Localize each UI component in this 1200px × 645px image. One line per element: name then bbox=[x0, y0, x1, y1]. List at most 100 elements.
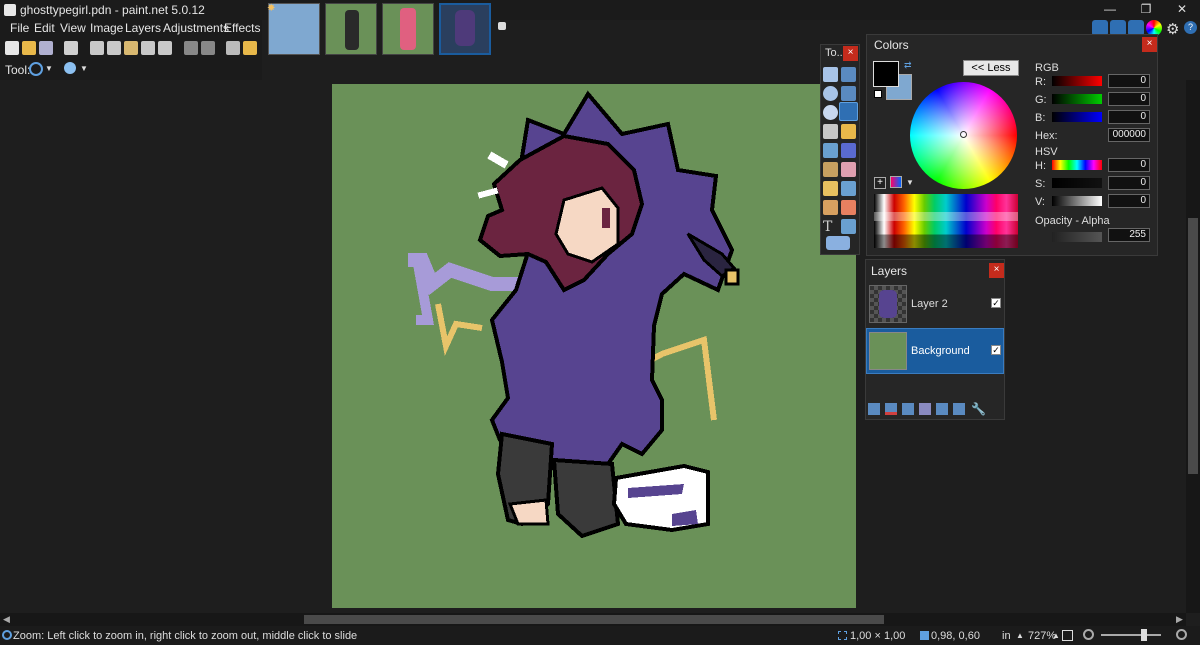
close-button[interactable]: ✕ bbox=[1164, 0, 1200, 20]
eraser-icon[interactable] bbox=[841, 162, 856, 177]
tabs-dropdown-icon[interactable] bbox=[498, 22, 506, 30]
undo-icon[interactable] bbox=[184, 41, 198, 55]
menu-layers[interactable]: Layers bbox=[125, 21, 161, 35]
menu-edit[interactable]: Edit bbox=[34, 21, 55, 35]
settings-gear-icon[interactable]: ⚙ bbox=[1166, 20, 1179, 38]
deselect-icon[interactable] bbox=[158, 41, 172, 55]
swap-colors-icon[interactable]: ⇄ bbox=[904, 60, 912, 71]
text-icon[interactable]: T bbox=[823, 219, 838, 235]
save-icon[interactable] bbox=[39, 41, 53, 55]
sampling-dropdown-icon[interactable]: ▼ bbox=[80, 64, 88, 73]
delete-layer-icon[interactable] bbox=[885, 403, 897, 415]
horizontal-scroll-thumb[interactable] bbox=[304, 615, 884, 624]
rect-select-icon[interactable] bbox=[823, 67, 838, 82]
line-curve-icon[interactable] bbox=[841, 219, 856, 234]
maximize-button[interactable]: ❐ bbox=[1128, 0, 1164, 20]
layers-window-close[interactable]: × bbox=[989, 263, 1004, 278]
colors-window-close[interactable]: × bbox=[1142, 37, 1157, 52]
zoom-tool-active-icon[interactable] bbox=[839, 102, 858, 121]
move-layer-down-icon[interactable] bbox=[953, 403, 965, 415]
less-button[interactable]: << Less bbox=[963, 60, 1019, 76]
zoom-slider[interactable] bbox=[1101, 634, 1161, 636]
reset-colors-icon[interactable] bbox=[874, 90, 882, 98]
zoom-slider-thumb[interactable] bbox=[1141, 629, 1147, 641]
lasso-icon[interactable] bbox=[823, 86, 838, 101]
color-palette[interactable] bbox=[874, 194, 1018, 248]
ellipse-select-icon[interactable] bbox=[823, 105, 838, 120]
tools-window-close[interactable]: × bbox=[843, 46, 858, 61]
hex-field[interactable]: 000000 bbox=[1108, 128, 1150, 142]
new-file-icon[interactable] bbox=[5, 41, 19, 55]
clone-stamp-icon[interactable] bbox=[823, 200, 838, 215]
add-to-palette-icon[interactable]: + bbox=[874, 177, 886, 189]
units-selector[interactable]: in bbox=[1002, 630, 1011, 642]
layer-properties-icon[interactable]: 🔧 bbox=[971, 402, 986, 416]
image-tab-new[interactable] bbox=[268, 3, 320, 55]
minimize-button[interactable]: — bbox=[1092, 0, 1128, 20]
h-slider[interactable] bbox=[1052, 160, 1102, 170]
sampling-icon[interactable] bbox=[64, 62, 76, 74]
zoom-to-window-icon[interactable] bbox=[1062, 630, 1073, 641]
palette-menu-icon[interactable] bbox=[890, 176, 902, 188]
v-field[interactable]: 0 bbox=[1108, 194, 1150, 208]
crop-icon[interactable] bbox=[141, 41, 155, 55]
s-slider[interactable] bbox=[1052, 178, 1102, 188]
b-slider[interactable] bbox=[1052, 112, 1102, 122]
menu-adjustments[interactable]: Adjustments bbox=[163, 21, 229, 35]
layer2-visibility-checkbox[interactable]: ✓ bbox=[991, 298, 1001, 308]
image-canvas[interactable] bbox=[332, 84, 856, 608]
r-field[interactable]: 0 bbox=[1108, 74, 1150, 88]
g-field[interactable]: 0 bbox=[1108, 92, 1150, 106]
merge-layer-icon[interactable] bbox=[919, 403, 931, 415]
duplicate-layer-icon[interactable] bbox=[902, 403, 914, 415]
paintbrush-icon[interactable] bbox=[823, 162, 838, 177]
recolor-icon[interactable] bbox=[841, 200, 856, 215]
h-field[interactable]: 0 bbox=[1108, 158, 1150, 172]
menu-view[interactable]: View bbox=[60, 21, 86, 35]
print-icon[interactable] bbox=[64, 41, 78, 55]
move-selected-icon[interactable] bbox=[841, 67, 856, 82]
new-image-star-icon: ✸ bbox=[267, 3, 276, 14]
help-icon[interactable]: ? bbox=[1184, 21, 1197, 34]
menu-file[interactable]: File bbox=[10, 21, 29, 35]
vertical-scroll-thumb[interactable] bbox=[1188, 218, 1198, 474]
paste-icon[interactable] bbox=[124, 41, 138, 55]
move-selection-icon[interactable] bbox=[841, 86, 856, 101]
primary-color-swatch[interactable] bbox=[873, 61, 899, 87]
move-layer-up-icon[interactable] bbox=[936, 403, 948, 415]
cut-icon[interactable] bbox=[90, 41, 104, 55]
pan-hand-icon[interactable] bbox=[841, 124, 856, 139]
units-dropdown-icon[interactable]: ▲ bbox=[1016, 631, 1024, 640]
copy-icon[interactable] bbox=[107, 41, 121, 55]
gradient-icon[interactable] bbox=[841, 143, 856, 158]
redo-icon[interactable] bbox=[201, 41, 215, 55]
background-name: Background bbox=[911, 345, 970, 357]
add-layer-icon[interactable] bbox=[868, 403, 880, 415]
zoom-in-icon[interactable] bbox=[1176, 629, 1187, 640]
menu-effects[interactable]: Effects bbox=[224, 21, 260, 35]
r-slider[interactable] bbox=[1052, 76, 1102, 86]
scroll-right-icon[interactable]: ▶ bbox=[1176, 614, 1183, 625]
alpha-slider[interactable] bbox=[1052, 232, 1102, 242]
menu-image[interactable]: Image bbox=[90, 21, 123, 35]
open-folder-icon[interactable] bbox=[22, 41, 36, 55]
v-slider[interactable] bbox=[1052, 196, 1102, 206]
zoom-tool-icon[interactable] bbox=[29, 62, 43, 76]
zoom-out-icon[interactable] bbox=[1083, 629, 1094, 640]
scroll-left-icon[interactable]: ◀ bbox=[3, 614, 10, 625]
paint-bucket-icon[interactable] bbox=[823, 143, 838, 158]
alpha-field[interactable]: 255 bbox=[1108, 228, 1150, 242]
zoom-dropdown-icon[interactable]: ▲ bbox=[1052, 631, 1060, 640]
color-picker-icon[interactable] bbox=[841, 181, 856, 196]
magic-wand-icon[interactable] bbox=[823, 124, 838, 139]
shapes-icon[interactable] bbox=[826, 236, 850, 250]
background-visibility-checkbox[interactable]: ✓ bbox=[991, 345, 1001, 355]
tool-dropdown-icon[interactable]: ▼ bbox=[45, 64, 53, 73]
grid-icon[interactable] bbox=[226, 41, 240, 55]
g-slider[interactable] bbox=[1052, 94, 1102, 104]
b-field[interactable]: 0 bbox=[1108, 110, 1150, 124]
s-field[interactable]: 0 bbox=[1108, 176, 1150, 190]
palette-dropdown-icon[interactable]: ▼ bbox=[906, 178, 914, 187]
pencil-icon[interactable] bbox=[823, 181, 838, 196]
ruler-icon[interactable] bbox=[243, 41, 257, 55]
